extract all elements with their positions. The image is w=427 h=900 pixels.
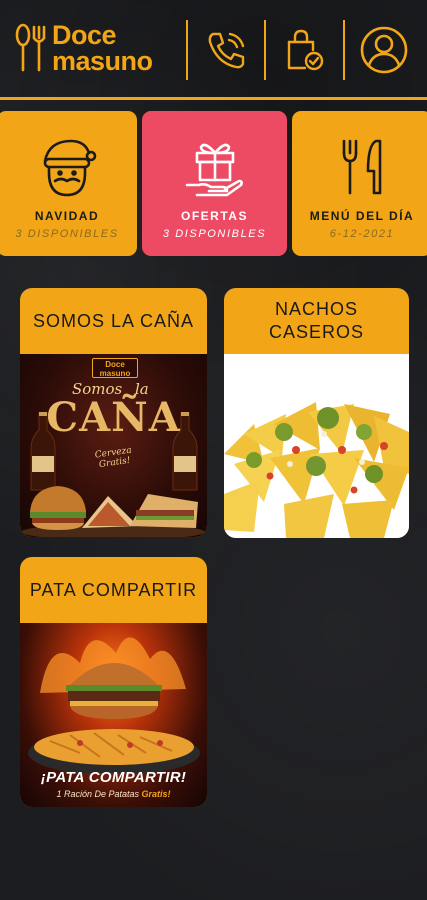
promo-title: SOMOS LA CAÑA [32, 310, 195, 331]
category-date: 6-12-2021 [329, 228, 395, 240]
burger-fries-illustration [28, 637, 200, 775]
category-subtitle: 3 DISPONIBLES [15, 228, 119, 240]
promo-card-somos-la-cana[interactable]: SOMOS LA CAÑA Doce masuno Somos la CAÑA … [20, 288, 207, 537]
promo-image [224, 354, 409, 538]
poster-subline-text: 1 Ración De Patatas [56, 789, 139, 799]
header-divider [264, 20, 266, 80]
promo-title: PATA COMPARTIR [29, 579, 198, 600]
phone-icon [208, 32, 245, 69]
poster-brand-bottom: masuno [99, 369, 131, 378]
category-subtitle: 3 DISPONIBLES [162, 228, 267, 240]
utensils-logo-icon [15, 23, 46, 72]
poster-headline: ¡PATA COMPARTIR! [40, 769, 187, 786]
promo-card-pata-compartir[interactable]: PATA COMPARTIR ¡PATA COMPARTIR! 1 Ración… [20, 557, 207, 807]
sandwiches-illustration [21, 486, 205, 537]
promo-image: Doce masuno Somos la CAÑA Cerveza Gratis… [20, 354, 207, 537]
category-title: MENÚ DEL DÍA [309, 209, 415, 223]
orders-button[interactable] [279, 24, 331, 76]
header-underline [0, 97, 427, 100]
phone-button[interactable] [201, 24, 253, 76]
user-account-icon [360, 26, 408, 74]
category-card-menu-del-dia[interactable]: MENÚ DEL DÍA 6-12-2021 [292, 111, 427, 256]
fork-knife-icon [342, 139, 382, 195]
category-title: OFERTAS [181, 209, 248, 223]
promo-card-nachos-caseros[interactable]: NACHOS CASEROS [224, 288, 409, 538]
poster-subline: 1 Ración De Patatas Gratis! [20, 789, 207, 799]
promo-title: NACHOS CASEROS [268, 299, 365, 342]
shopping-bag-check-icon [287, 29, 324, 71]
gift-hand-icon [185, 143, 243, 197]
poster-brand-top: Doce [105, 360, 125, 369]
poster-subline-accent: Gratis! [141, 789, 171, 799]
account-button[interactable] [358, 24, 410, 76]
poster-brand-badge: Doce masuno [92, 358, 138, 378]
nachos-illustration [224, 402, 409, 538]
app-header: Doce masuno [0, 0, 427, 96]
santa-icon [43, 139, 97, 197]
category-title: NAVIDAD [34, 209, 100, 223]
brand-name-line1: Doce [52, 20, 117, 50]
header-divider [186, 20, 188, 80]
brand-name-line2: masuno [52, 46, 153, 76]
promo-image: ¡PATA COMPARTIR! 1 Ración De Patatas Gra… [20, 623, 207, 807]
header-divider [343, 20, 345, 80]
category-card-ofertas[interactable]: OFERTAS 3 DISPONIBLES [142, 111, 287, 256]
brand-logo[interactable]: Doce masuno [14, 20, 179, 76]
category-card-navidad[interactable]: NAVIDAD 3 DISPONIBLES [0, 111, 137, 256]
